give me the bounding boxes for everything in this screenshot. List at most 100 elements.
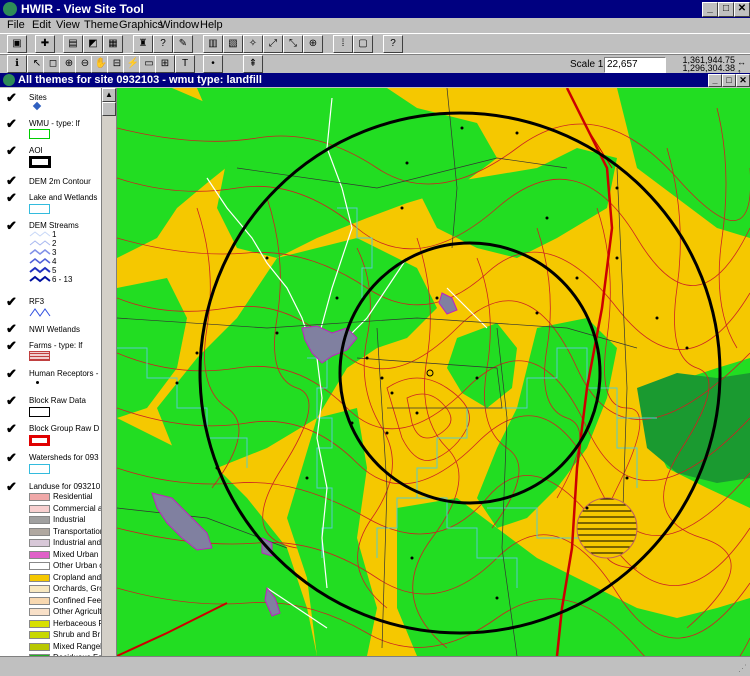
zoom-active-icon[interactable]: ⤡ xyxy=(283,35,303,53)
legend-theme[interactable]: ✔ DEM 2m Contour xyxy=(0,174,101,188)
add-theme-icon[interactable]: ✚ xyxy=(35,35,55,53)
view-maximize-button[interactable]: □ xyxy=(722,74,736,87)
map-display[interactable] xyxy=(117,88,750,656)
legend-theme[interactable]: ✔ AOI xyxy=(0,144,101,168)
layout-icon[interactable]: ▥ xyxy=(203,35,223,53)
scale-label: Scale 1: xyxy=(570,59,607,70)
legend-theme[interactable]: ✔ WMU - type: lf xyxy=(0,117,101,139)
frame-icon[interactable]: ▢ xyxy=(353,35,373,53)
save-icon[interactable]: ▣ xyxy=(7,35,27,53)
tool-icon[interactable]: ✎ xyxy=(173,35,193,53)
landuse-swatch-icon xyxy=(29,493,50,501)
legend-theme[interactable]: ✔ Lake and Wetlands xyxy=(0,191,101,214)
north-icon[interactable]: ⇞ xyxy=(243,55,263,73)
clear-selection-icon[interactable]: ⊕ xyxy=(303,35,323,53)
legend-theme[interactable]: ✔ Block Raw Data xyxy=(0,394,101,418)
theme-checkbox[interactable]: ✔ xyxy=(6,91,17,104)
theme-checkbox[interactable]: ✔ xyxy=(6,191,17,204)
landuse-class-row: Industrial and xyxy=(29,538,101,548)
legend-theme[interactable]: ✔ Farms - type: lf xyxy=(0,339,101,363)
landuse-class-row: Mixed Rangel xyxy=(29,642,101,652)
help-icon[interactable]: ? xyxy=(383,35,403,53)
landuse-class-label: Residential xyxy=(53,492,93,501)
chart-icon[interactable]: ▧ xyxy=(223,35,243,53)
landuse-class-label: Mixed Urban xyxy=(53,549,99,559)
zoom-full-icon[interactable]: ⤢ xyxy=(263,35,283,53)
aoi-polygon-icon xyxy=(29,156,51,168)
theme-checkbox[interactable]: ✔ xyxy=(6,144,17,157)
theme-checkbox[interactable]: ✔ xyxy=(6,394,17,407)
theme-checkbox[interactable]: ✔ xyxy=(6,339,17,352)
theme-properties-icon[interactable]: ▤ xyxy=(63,35,83,53)
legend-theme[interactable]: ✔ DEM Streams 1 2 3 4 5 6 - 13 xyxy=(0,219,101,291)
lake-polygon-icon xyxy=(29,204,50,214)
landuse-swatch-icon xyxy=(29,585,50,593)
select-features-icon[interactable]: ✧ xyxy=(243,35,263,53)
theme-checkbox[interactable]: ✔ xyxy=(6,174,17,187)
grid-icon[interactable]: ⁞ xyxy=(333,35,353,53)
edit-legend-icon[interactable]: ◩ xyxy=(83,35,103,53)
status-bar: ⋰ xyxy=(0,656,750,676)
query-builder-icon[interactable]: ♜ xyxy=(133,35,153,53)
landuse-class-row: Herbaceous R xyxy=(29,619,101,629)
point-icon[interactable]: • xyxy=(203,55,223,73)
text-icon[interactable]: T xyxy=(175,55,195,73)
close-button[interactable]: ✕ xyxy=(734,2,750,17)
resize-grip-icon[interactable]: ⋰ xyxy=(738,663,747,674)
block-group-polygon-icon xyxy=(29,435,50,446)
stream-class-label: 2 xyxy=(52,239,57,248)
landuse-swatch-icon xyxy=(29,527,50,536)
legend-theme[interactable]: ✔ RF3 xyxy=(0,295,101,319)
theme-checkbox[interactable]: ✔ xyxy=(6,117,17,130)
landuse-class-label: Transportation xyxy=(53,526,101,536)
landuse-swatch-icon xyxy=(29,550,50,559)
legend-theme[interactable]: ✔ Block Group Raw D xyxy=(0,422,101,446)
watershed-polygon-icon xyxy=(29,464,50,474)
theme-checkbox[interactable]: ✔ xyxy=(6,295,17,308)
identify-help-icon[interactable]: ? xyxy=(153,35,173,53)
table-icon[interactable]: ▦ xyxy=(103,35,123,53)
select-graphic-icon[interactable]: ⊞ xyxy=(155,55,175,73)
legend-scrollbar[interactable]: ▲ xyxy=(101,88,116,656)
maximize-button[interactable]: □ xyxy=(718,2,734,17)
theme-checkbox[interactable]: ✔ xyxy=(6,219,17,232)
legend-theme[interactable]: ✔ Sites xyxy=(0,91,101,113)
minimize-button[interactable]: _ xyxy=(702,2,718,17)
theme-checkbox[interactable]: ✔ xyxy=(6,451,17,464)
landuse-swatch-icon xyxy=(29,596,50,605)
map-window-title: All themes for site 0932103 - wmu type: … xyxy=(18,74,262,86)
scale-input[interactable]: 22,657 xyxy=(604,57,666,73)
scroll-thumb[interactable] xyxy=(102,102,116,116)
menu-window[interactable]: Window xyxy=(160,19,199,31)
legend-theme-landuse[interactable]: ✔ Landuse for 093210 Residential Commerci… xyxy=(0,480,101,656)
theme-checkbox[interactable]: ✔ xyxy=(6,480,17,493)
landuse-class-row: Other Urban c xyxy=(29,561,101,571)
stream-class-label: 4 xyxy=(52,257,57,266)
stream-class-label: 3 xyxy=(52,248,57,257)
landuse-class-row: Other Agricult xyxy=(29,607,101,617)
legend-panel: ✔ Sites ✔ WMU - type: lf ✔ AOI ✔ DEM 2m … xyxy=(0,88,117,656)
scroll-up-button[interactable]: ▲ xyxy=(102,88,116,102)
view-close-button[interactable]: ✕ xyxy=(736,74,750,87)
theme-checkbox[interactable]: ✔ xyxy=(6,367,17,380)
menu-theme[interactable]: Theme xyxy=(84,19,118,31)
landuse-class-label: Shrub and Br xyxy=(53,630,101,639)
legend-theme[interactable]: ✔ Watersheds for 093 xyxy=(0,451,101,475)
view-minimize-button[interactable]: _ xyxy=(708,74,722,87)
map-canvas[interactable] xyxy=(117,88,750,656)
landuse-swatch-icon xyxy=(29,642,50,651)
menu-edit[interactable]: Edit xyxy=(32,19,51,31)
stream-lines-icon xyxy=(29,231,51,283)
menu-file[interactable]: File xyxy=(7,19,25,31)
menu-view[interactable]: View xyxy=(56,19,80,31)
legend-theme[interactable]: ✔ NWI Wetlands xyxy=(0,322,101,336)
receptor-point-icon xyxy=(36,381,39,384)
legend-theme[interactable]: ✔ Human Receptors - xyxy=(0,367,101,389)
landuse-class-row: Orchards, Gro xyxy=(29,584,101,594)
menu-graphics[interactable]: Graphics xyxy=(119,19,163,31)
theme-checkbox[interactable]: ✔ xyxy=(6,422,17,435)
landuse-class-row: Commercial a xyxy=(29,504,101,514)
menu-help[interactable]: Help xyxy=(200,19,223,31)
info-icon[interactable]: ℹ xyxy=(7,55,27,73)
theme-checkbox[interactable]: ✔ xyxy=(6,322,17,335)
